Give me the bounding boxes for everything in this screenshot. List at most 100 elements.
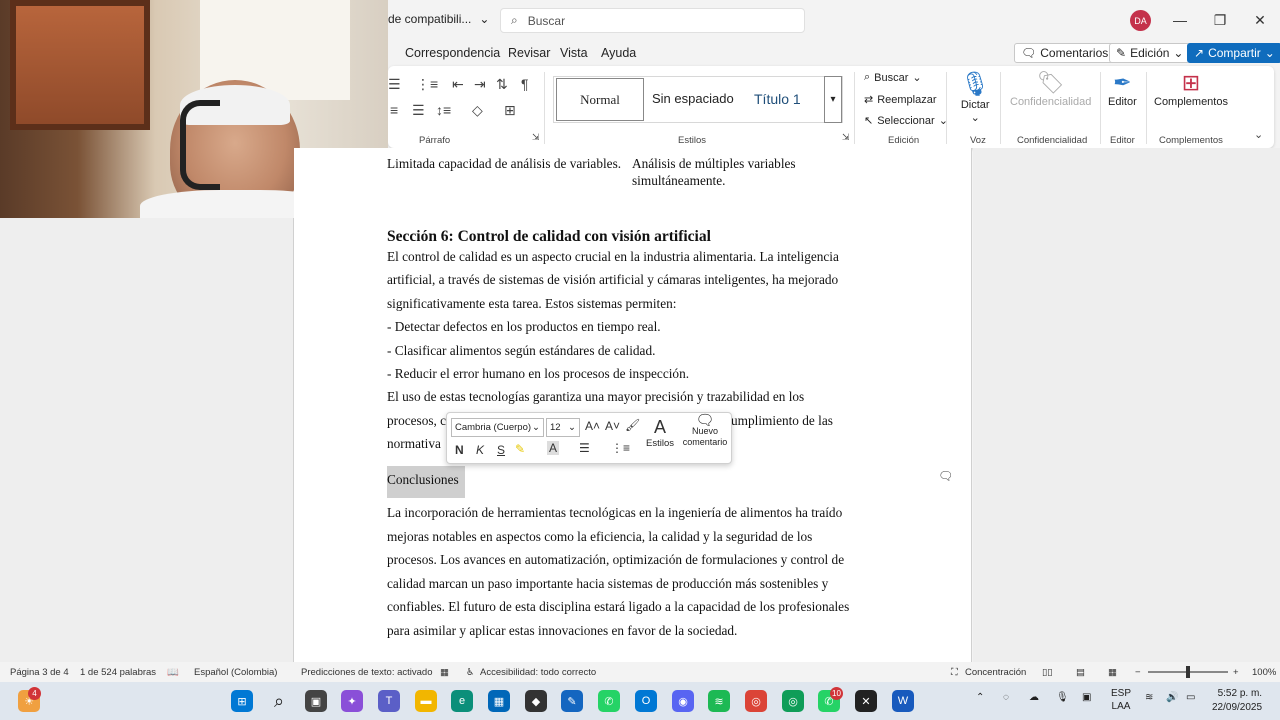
style-normal[interactable]: Normal — [556, 78, 644, 121]
numbering-icon[interactable]: ⋮≡ — [416, 76, 438, 93]
page-count[interactable]: Página 3 de 4 — [10, 667, 69, 678]
line-spacing-icon[interactable]: ↕≡ — [436, 102, 451, 118]
edge-icon[interactable]: e — [451, 690, 473, 712]
share-button[interactable]: ↗ Compartir ⌄ — [1187, 43, 1280, 63]
document-page[interactable]: Limitada capacidad de análisis de variab… — [294, 148, 972, 662]
spotify-icon[interactable]: ≋ — [708, 690, 730, 712]
numbering-icon[interactable]: ⋮≡ — [611, 441, 630, 455]
shrink-font-icon[interactable]: A˅ — [605, 419, 620, 433]
justify-icon[interactable]: ☰ — [412, 102, 425, 119]
outlook-icon[interactable]: O — [635, 690, 657, 712]
track-changes-icon[interactable]: ▦ — [440, 667, 449, 678]
tab-correspondencia[interactable]: Correspondencia — [405, 46, 500, 60]
word-icon[interactable]: W — [892, 690, 914, 712]
zoom-level[interactable]: 100% — [1252, 667, 1276, 678]
minimize-button[interactable]: — — [1168, 8, 1192, 32]
bullets-icon[interactable]: ☰ — [579, 441, 590, 455]
italic-button[interactable]: K — [476, 443, 484, 457]
restore-button[interactable]: ❐ — [1208, 8, 1232, 32]
styles-button[interactable]: A Estilos — [645, 417, 675, 449]
volume-icon[interactable]: 🔊 — [1166, 692, 1178, 703]
collapse-ribbon-icon[interactable]: ⌄ — [1254, 128, 1263, 141]
increase-indent-icon[interactable]: ⇥ — [474, 76, 486, 93]
battery-icon[interactable]: ▭ — [1186, 692, 1195, 703]
language-status[interactable]: Español (Colombia) — [194, 667, 277, 678]
zoom-in-icon[interactable]: + — [1233, 667, 1239, 678]
search-input[interactable]: ⌕ Buscar — [500, 8, 805, 33]
app-icon[interactable]: ✕ — [855, 690, 877, 712]
store-icon[interactable]: ▦ — [488, 690, 510, 712]
grow-font-icon[interactable]: A˄ — [585, 419, 600, 433]
styles-dialog-launcher-icon[interactable]: ⇲ — [842, 132, 850, 143]
chrome-icon[interactable]: ◎ — [745, 690, 767, 712]
find-button[interactable]: ⌕ Buscar ⌄ — [864, 71, 922, 84]
copilot-icon[interactable]: ✦ — [341, 690, 363, 712]
wifi-icon[interactable]: ≋ — [1145, 692, 1153, 703]
focus-icon[interactable]: ⛶ — [951, 667, 958, 678]
search-icon[interactable]: ⌕ — [268, 690, 290, 712]
print-layout-icon[interactable]: ▤ — [1076, 667, 1085, 678]
document-title[interactable]: de compatibili... ⌄ — [388, 12, 489, 26]
comments-button[interactable]: 🗨 Comentarios — [1014, 43, 1116, 63]
close-button[interactable]: ✕ — [1248, 8, 1272, 32]
bullets-icon[interactable]: ☰ — [388, 76, 401, 93]
zoom-slider-thumb[interactable] — [1186, 666, 1190, 678]
focus-mode[interactable]: Concentración — [965, 667, 1026, 678]
sort-icon[interactable]: ⇅ — [496, 76, 508, 93]
format-painter-icon[interactable]: 🖌 — [625, 418, 640, 432]
pilcrow-icon[interactable]: ¶ — [521, 76, 529, 92]
task-view-icon[interactable]: ▣ — [305, 690, 327, 712]
shading-icon[interactable]: ◇ — [472, 102, 483, 119]
font-name-select[interactable]: Cambria (Cuerpo) ⌄ — [451, 418, 544, 437]
borders-icon[interactable]: ⊞ — [504, 102, 516, 119]
web-layout-icon[interactable]: ▦ — [1108, 667, 1117, 678]
edit-mode-button[interactable]: ✎ Edición ⌄ — [1109, 43, 1191, 63]
bold-button[interactable]: N — [455, 443, 464, 457]
discord-icon[interactable]: ◉ — [672, 690, 694, 712]
read-mode-icon[interactable]: ▯▯ — [1042, 667, 1052, 678]
tab-ayuda[interactable]: Ayuda — [601, 46, 636, 60]
dictate-button[interactable]: 🎙 Dictar ⌄ — [960, 70, 990, 124]
highlight-icon[interactable]: ✎ — [515, 442, 525, 456]
addins-button[interactable]: ⊞ Complementos — [1154, 70, 1228, 108]
underline-button[interactable]: S — [497, 443, 505, 457]
tray-app-icon[interactable]: ◌ — [1003, 692, 1009, 703]
font-size-select[interactable]: 12 ⌄ — [546, 418, 580, 437]
whatsapp-icon[interactable]: ✆ — [598, 690, 620, 712]
accessibility-status[interactable]: Accesibilidad: todo correcto — [480, 667, 596, 678]
proofing-icon[interactable]: 📖 — [167, 667, 179, 678]
style-sin-espaciado[interactable]: Sin espaciado — [652, 91, 734, 106]
replace-button[interactable]: ⇄ Reemplazar — [864, 93, 937, 107]
style-titulo-1[interactable]: Título 1 — [754, 91, 801, 107]
start-icon[interactable]: ⊞ — [231, 690, 253, 712]
tray-app-icon[interactable]: ▣ — [1082, 692, 1091, 703]
avatar[interactable]: DA — [1130, 10, 1151, 31]
tab-vista[interactable]: Vista — [560, 46, 588, 60]
accessibility-icon[interactable]: ♿ — [466, 667, 475, 678]
styles-more-button[interactable]: ▾ — [824, 76, 842, 123]
input-language[interactable]: ESP LAA — [1111, 687, 1131, 713]
app-icon[interactable]: ✎ — [561, 690, 583, 712]
decrease-indent-icon[interactable]: ⇤ — [452, 76, 464, 93]
file-explorer-icon[interactable]: ▬ — [415, 690, 437, 712]
conclusions-heading[interactable]: Conclusiones — [387, 466, 465, 498]
word-count[interactable]: 1 de 524 palabras — [80, 667, 156, 678]
select-button[interactable]: ↖ Seleccionar ⌄ — [864, 114, 948, 128]
microphone-icon[interactable]: 🎙 — [1056, 692, 1069, 703]
chevron-up-icon[interactable]: ⌃ — [976, 692, 984, 703]
sensitivity-button[interactable]: 🏷 Confidencialidad — [1010, 70, 1091, 108]
text-predictions[interactable]: Predicciones de texto: activado — [301, 667, 433, 678]
clock[interactable]: 5:52 p. m. 22/09/2025 — [1212, 687, 1262, 715]
dialog-launcher-icon[interactable]: ⇲ — [532, 132, 540, 143]
chrome-icon[interactable]: ◎ — [782, 690, 804, 712]
onedrive-icon[interactable]: ☁ — [1029, 692, 1039, 703]
app-icon[interactable]: ◆ — [525, 690, 547, 712]
teams-icon[interactable]: T — [378, 690, 400, 712]
new-comment-button[interactable]: 🗨 Nuevo comentario — [679, 413, 731, 448]
align-right-icon[interactable]: ≡ — [390, 102, 398, 118]
zoom-out-icon[interactable]: − — [1135, 667, 1141, 678]
editor-button[interactable]: ✒ Editor — [1108, 70, 1137, 108]
tab-revisar[interactable]: Revisar — [508, 46, 550, 60]
font-color-icon[interactable]: A — [547, 441, 560, 455]
comment-marker-icon[interactable]: 🗨 — [938, 469, 953, 483]
